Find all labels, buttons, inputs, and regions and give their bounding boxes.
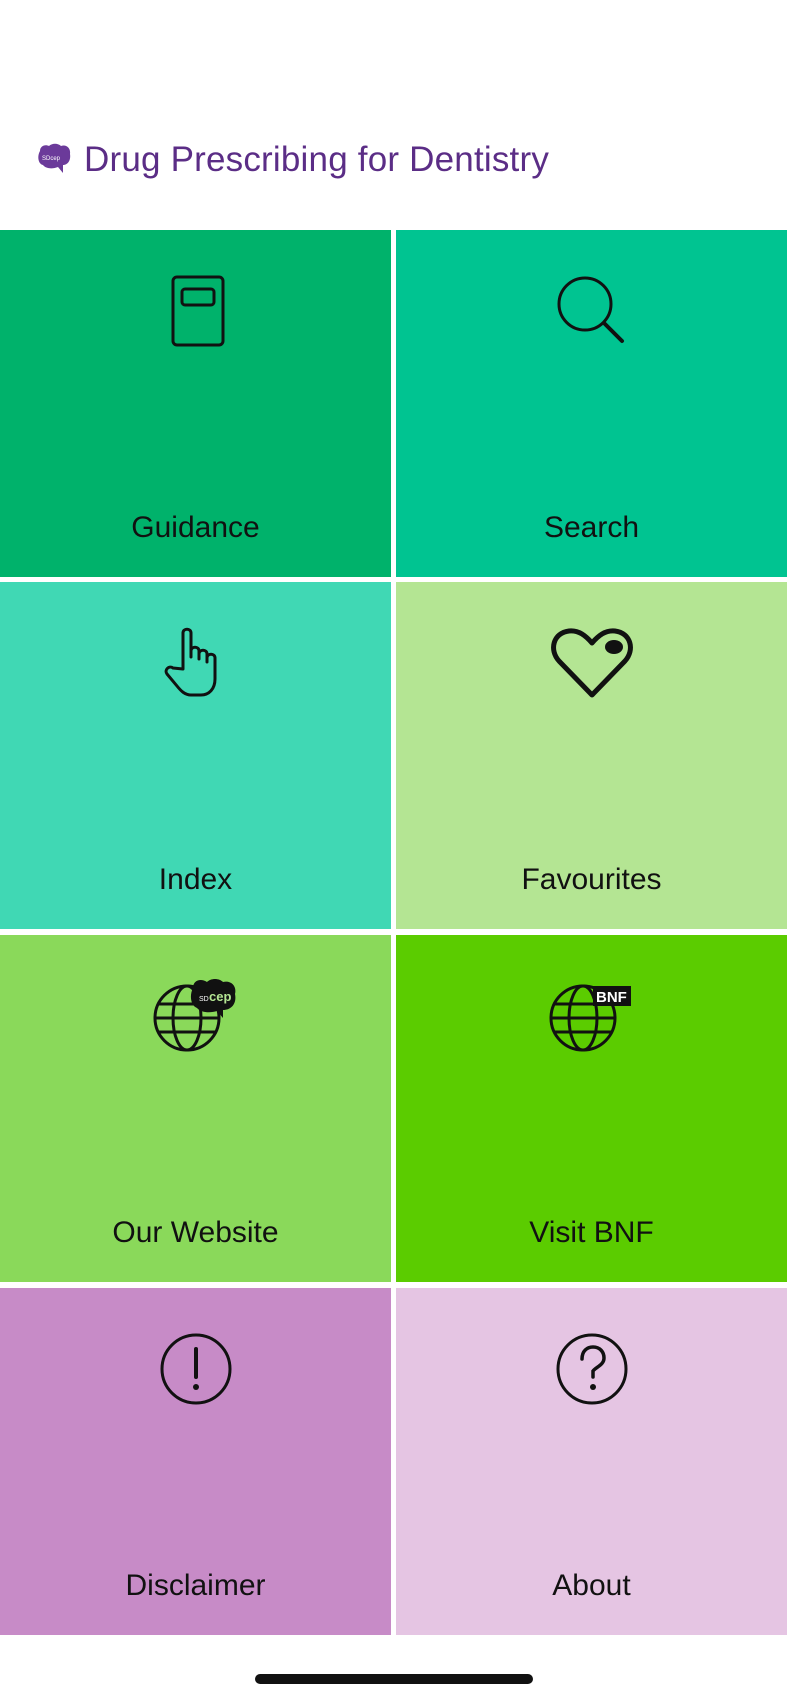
search-tile[interactable]: Search (396, 230, 787, 577)
disclaimer-tile[interactable]: Disclaimer (0, 1288, 391, 1635)
pointing-hand-icon (151, 618, 241, 708)
favourites-tile[interactable]: Favourites (396, 582, 787, 929)
app-title: Drug Prescribing for Dentistry (84, 140, 550, 179)
brand: SDcep Drug Prescribing for Dentistry (36, 140, 549, 180)
book-icon (151, 266, 241, 356)
about-tile[interactable]: About (396, 1288, 787, 1635)
sdcep-logo-text: SDcep (42, 156, 61, 162)
guidance-tile[interactable]: Guidance (0, 230, 391, 577)
guidance-label: Guidance (131, 511, 260, 544)
index-tile[interactable]: Index (0, 582, 391, 929)
disclaimer-label: Disclaimer (125, 1569, 266, 1602)
question-circle-icon (547, 1324, 637, 1414)
favourites-label: Favourites (521, 863, 662, 896)
home-indicator[interactable] (255, 1674, 533, 1684)
heart-icon (547, 618, 637, 708)
app-header: SDcep Drug Prescribing for Dentistry (0, 0, 787, 230)
visit-bnf-label: Visit BNF (529, 1216, 654, 1249)
about-label: About (552, 1569, 631, 1602)
index-label: Index (158, 863, 233, 896)
globe-sdcep-icon: SD cep (151, 971, 241, 1061)
globe-bnf-icon: BNF (547, 971, 637, 1061)
search-icon (547, 266, 637, 356)
our-website-label: Our Website (112, 1216, 279, 1249)
menu-grid: Guidance Search Index Favourites SD cep … (0, 230, 787, 1638)
sdcep-logo-icon: SDcep (38, 143, 71, 173)
search-label: Search (543, 511, 640, 544)
our-website-tile[interactable]: SD cep Our Website (0, 935, 391, 1282)
sdcep-badge-text: cep (209, 989, 231, 1004)
exclamation-circle-icon (151, 1324, 241, 1414)
sdcep-badge-prefix: SD (199, 996, 209, 1003)
bnf-badge-text: BNF (596, 989, 627, 1006)
visit-bnf-tile[interactable]: BNF Visit BNF (396, 935, 787, 1282)
